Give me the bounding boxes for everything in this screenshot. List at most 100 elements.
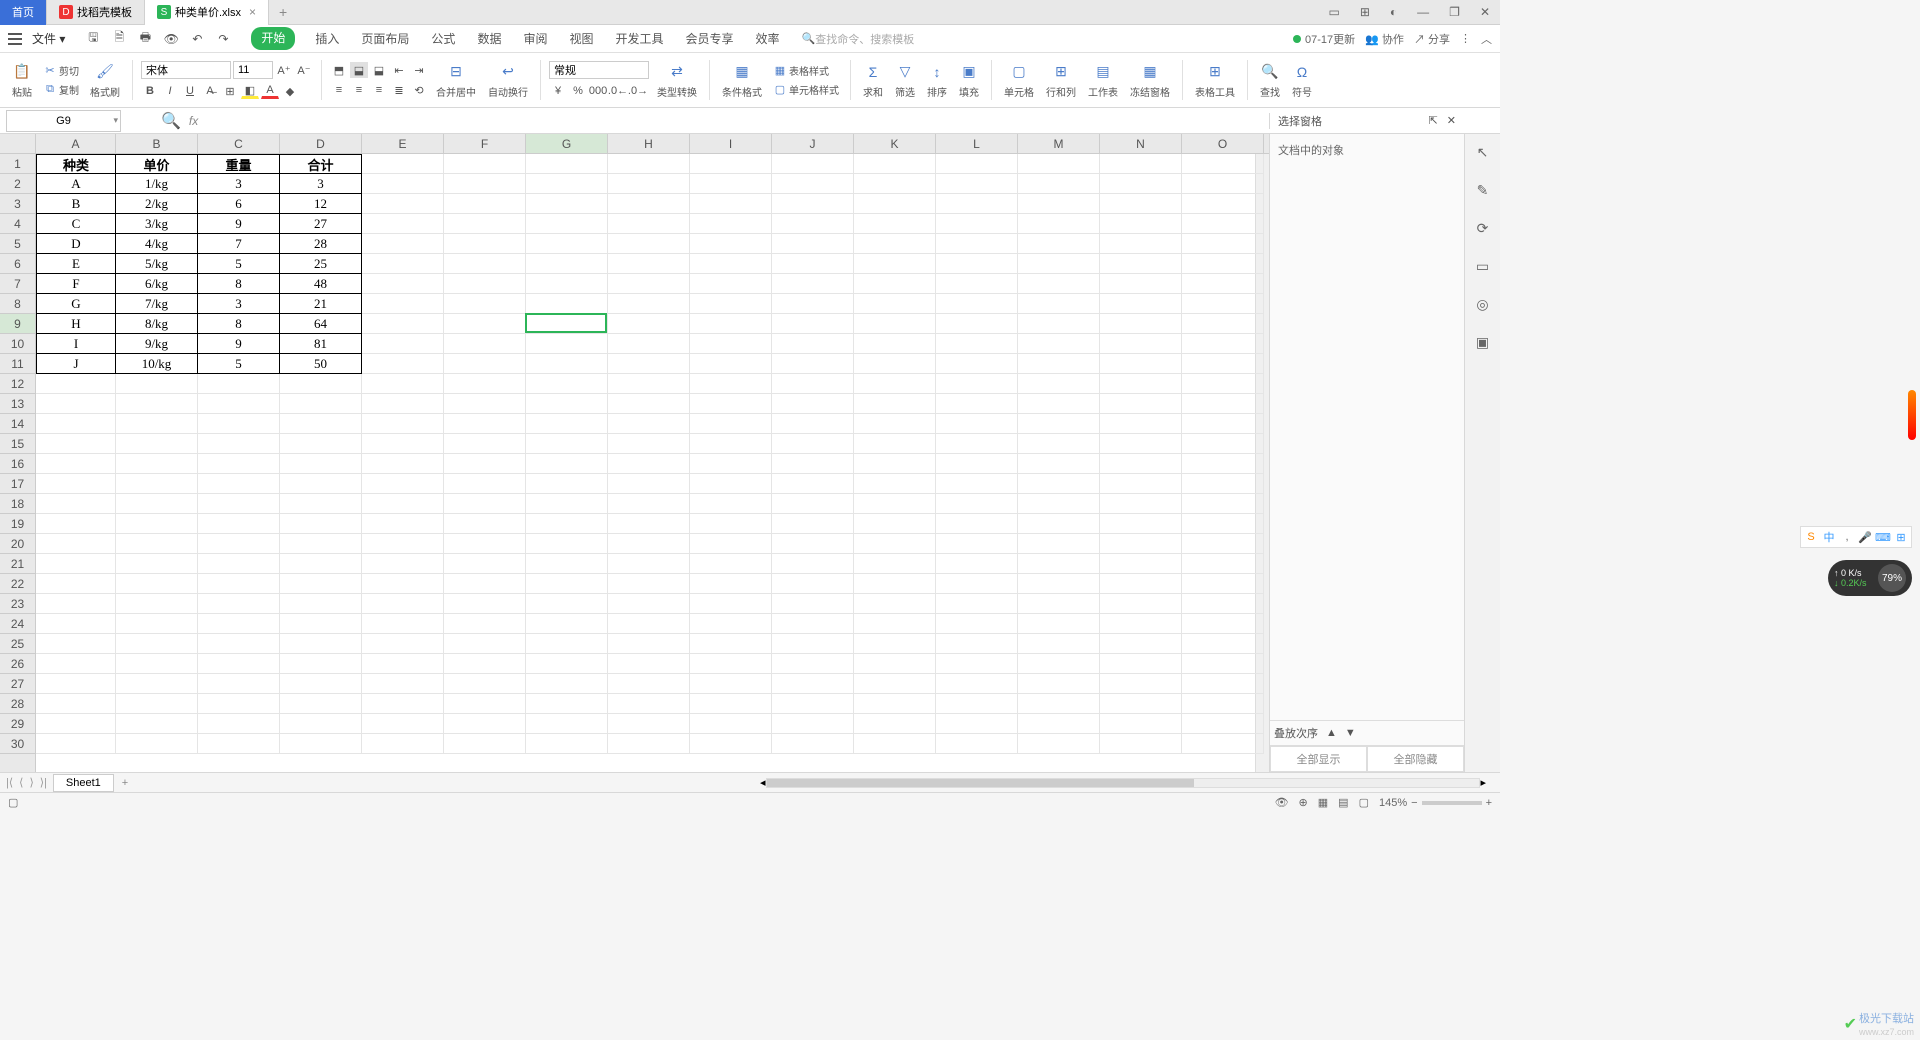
col-header[interactable]: K bbox=[854, 134, 936, 153]
cell[interactable] bbox=[526, 414, 608, 434]
cell[interactable] bbox=[1018, 314, 1100, 334]
cell[interactable] bbox=[526, 634, 608, 654]
sheet-add-button[interactable]: + bbox=[114, 777, 136, 789]
cell[interactable] bbox=[362, 494, 444, 514]
layout-tool-icon[interactable]: ▭ bbox=[1473, 256, 1493, 276]
row-header[interactable]: 13 bbox=[0, 394, 35, 414]
cell[interactable] bbox=[1018, 194, 1100, 214]
cell[interactable] bbox=[280, 514, 362, 534]
border-button[interactable]: ⊞ bbox=[221, 83, 239, 99]
table-cell[interactable]: 21 bbox=[280, 294, 362, 314]
cell[interactable] bbox=[690, 614, 772, 634]
record-icon[interactable]: ▢ bbox=[8, 796, 18, 809]
cell[interactable] bbox=[444, 414, 526, 434]
cell[interactable] bbox=[526, 314, 608, 334]
row-header[interactable]: 18 bbox=[0, 494, 35, 514]
cell[interactable] bbox=[116, 534, 198, 554]
cell[interactable] bbox=[444, 194, 526, 214]
cell[interactable] bbox=[1182, 294, 1264, 314]
cell[interactable] bbox=[690, 474, 772, 494]
cell[interactable] bbox=[1182, 494, 1264, 514]
cell[interactable] bbox=[608, 634, 690, 654]
cell[interactable] bbox=[116, 394, 198, 414]
filter-button[interactable]: ▽筛选 bbox=[891, 60, 919, 101]
cell[interactable] bbox=[198, 494, 280, 514]
table-cell[interactable]: 3 bbox=[280, 174, 362, 194]
cell[interactable] bbox=[1100, 154, 1182, 174]
cell[interactable] bbox=[854, 154, 936, 174]
menu-tab-6[interactable]: 视图 bbox=[567, 27, 595, 50]
row-header[interactable]: 9 bbox=[0, 314, 35, 334]
table-cell[interactable]: 1/kg bbox=[116, 174, 198, 194]
table-cell[interactable]: 28 bbox=[280, 234, 362, 254]
row-header[interactable]: 23 bbox=[0, 594, 35, 614]
table-header-cell[interactable]: 合计 bbox=[280, 154, 362, 174]
cell[interactable] bbox=[1018, 654, 1100, 674]
sort-button[interactable]: ↕排序 bbox=[923, 60, 951, 101]
cell[interactable] bbox=[362, 554, 444, 574]
cell[interactable] bbox=[1018, 494, 1100, 514]
worksheet-button[interactable]: ▤工作表 bbox=[1084, 60, 1122, 101]
cell[interactable] bbox=[608, 654, 690, 674]
spreadsheet-grid[interactable]: ABCDEFGHIJKLMNO 123456789101112131415161… bbox=[0, 134, 1269, 772]
cell[interactable] bbox=[608, 274, 690, 294]
type-convert-button[interactable]: ⇄类型转换 bbox=[653, 60, 701, 101]
cell[interactable] bbox=[1100, 514, 1182, 534]
tab-home[interactable]: 首页 bbox=[0, 0, 47, 25]
row-header[interactable]: 17 bbox=[0, 474, 35, 494]
focus-icon[interactable]: ⊕ bbox=[1299, 796, 1308, 809]
indent-inc-icon[interactable]: ⇥ bbox=[410, 62, 428, 78]
cell[interactable] bbox=[936, 714, 1018, 734]
cell[interactable] bbox=[772, 714, 854, 734]
cell[interactable] bbox=[936, 494, 1018, 514]
cell[interactable] bbox=[772, 574, 854, 594]
update-notice[interactable]: 07-17更新 bbox=[1293, 31, 1355, 47]
cell[interactable] bbox=[854, 474, 936, 494]
align-justify-icon[interactable]: ≣ bbox=[390, 82, 408, 98]
ime-item-5[interactable]: ⊞ bbox=[1893, 529, 1909, 545]
cell[interactable] bbox=[1100, 734, 1182, 754]
row-header[interactable]: 22 bbox=[0, 574, 35, 594]
cell[interactable] bbox=[280, 474, 362, 494]
cell[interactable] bbox=[1182, 374, 1264, 394]
cell[interactable] bbox=[1182, 674, 1264, 694]
cell[interactable] bbox=[690, 254, 772, 274]
cell[interactable] bbox=[772, 414, 854, 434]
table-cell[interactable]: 9 bbox=[198, 214, 280, 234]
cell[interactable] bbox=[36, 634, 116, 654]
cell[interactable] bbox=[1100, 614, 1182, 634]
cell[interactable] bbox=[1100, 334, 1182, 354]
cut-button[interactable]: ✂剪切 bbox=[40, 62, 82, 79]
cell[interactable] bbox=[854, 414, 936, 434]
cell[interactable] bbox=[1182, 694, 1264, 714]
cell[interactable] bbox=[854, 394, 936, 414]
cell[interactable] bbox=[1182, 614, 1264, 634]
cell[interactable] bbox=[36, 414, 116, 434]
cell-style-button[interactable]: ▢单元格样式 bbox=[770, 81, 842, 98]
cell[interactable] bbox=[116, 434, 198, 454]
cell[interactable] bbox=[854, 574, 936, 594]
cell[interactable] bbox=[444, 234, 526, 254]
cell[interactable] bbox=[690, 514, 772, 534]
col-header[interactable]: A bbox=[36, 134, 116, 153]
sheet-next-icon[interactable]: ⟩ bbox=[29, 776, 33, 789]
cell[interactable] bbox=[36, 614, 116, 634]
cell[interactable] bbox=[116, 674, 198, 694]
col-header[interactable]: O bbox=[1182, 134, 1264, 153]
cell[interactable] bbox=[1182, 214, 1264, 234]
cell[interactable] bbox=[936, 234, 1018, 254]
layout-icon[interactable]: ▭ bbox=[1323, 3, 1346, 21]
cell[interactable] bbox=[526, 434, 608, 454]
cell[interactable] bbox=[1182, 394, 1264, 414]
cell[interactable] bbox=[772, 514, 854, 534]
menu-tab-4[interactable]: 数据 bbox=[475, 27, 503, 50]
cell[interactable] bbox=[690, 174, 772, 194]
merge-button[interactable]: ⊟合并居中 bbox=[432, 60, 480, 101]
cell[interactable] bbox=[690, 394, 772, 414]
cell[interactable] bbox=[444, 174, 526, 194]
cell[interactable] bbox=[36, 434, 116, 454]
cell[interactable] bbox=[362, 374, 444, 394]
table-cell[interactable]: 4/kg bbox=[116, 234, 198, 254]
cell[interactable] bbox=[116, 514, 198, 534]
cell[interactable] bbox=[280, 734, 362, 754]
